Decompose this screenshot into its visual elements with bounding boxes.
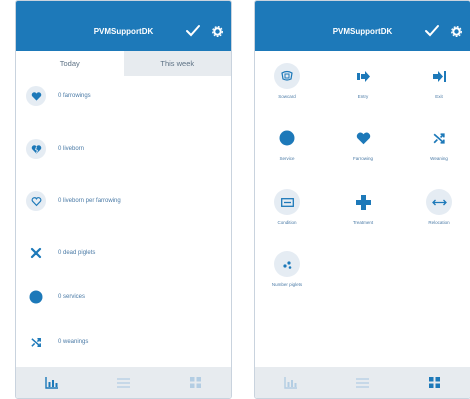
- list-icon: [116, 377, 130, 388]
- shuffle-icon: [26, 332, 46, 352]
- piglets-icon: [274, 251, 300, 277]
- list-item-dead-piglets[interactable]: 0 dead piglets: [26, 242, 95, 264]
- action-farrowing[interactable]: Farrowing: [336, 125, 390, 161]
- status-bar: [263, 4, 462, 12]
- plus-icon: [350, 189, 376, 215]
- broken-heart-icon: [26, 139, 46, 159]
- action-number-piglets[interactable]: Number piglets: [260, 251, 314, 287]
- status-bar: [24, 4, 223, 12]
- action-label: Number piglets: [271, 282, 303, 287]
- heart-outline-icon: [26, 191, 46, 211]
- entry-icon: [350, 63, 376, 89]
- list-item-label: 0 liveborn per farrowing: [58, 198, 121, 204]
- list-item-label: 0 services: [58, 294, 86, 300]
- condition-icon: [274, 189, 300, 215]
- action-service[interactable]: Service: [260, 125, 314, 161]
- service-icon: [274, 125, 300, 151]
- list-item-label: 0 weanings: [58, 339, 89, 345]
- action-label: Sowcard: [278, 94, 296, 99]
- bar-chart-icon: [45, 376, 58, 389]
- heart-icon: [26, 86, 46, 106]
- phone-actions: PVMSupportDK Sowcard Entry Exit Service …: [254, 0, 470, 399]
- action-label: Relocation: [428, 220, 450, 225]
- circle-icon: [26, 287, 46, 307]
- gear-icon[interactable]: [451, 26, 462, 37]
- app-header: PVMSupportDK: [255, 1, 470, 51]
- list-item-services[interactable]: 0 services: [26, 286, 85, 308]
- list-item-liveborn[interactable]: 0 liveborn: [26, 138, 84, 160]
- nav-grid-button[interactable]: [180, 372, 210, 394]
- list-item-farrowings[interactable]: 0 farrowings: [26, 85, 91, 107]
- nav-list-button[interactable]: [347, 372, 377, 394]
- action-label: Exit: [435, 94, 443, 99]
- list-item-label: 0 liveborn: [58, 146, 85, 152]
- period-tabs: Today This week: [16, 51, 231, 76]
- exit-icon: [426, 63, 452, 89]
- shuffle-icon: [426, 125, 452, 151]
- action-treatment[interactable]: Treatment: [336, 189, 390, 225]
- action-relocation[interactable]: Relocation: [412, 189, 466, 225]
- check-icon[interactable]: [185, 23, 201, 39]
- app-header: PVMSupportDK: [16, 1, 231, 51]
- action-weaning[interactable]: Weaning: [412, 125, 466, 161]
- list-item-liveborn-per-farrowing[interactable]: 0 liveborn per farrowing: [26, 190, 121, 212]
- bottom-nav: [16, 367, 231, 398]
- action-label: Weaning: [430, 156, 448, 161]
- action-label: Treatment: [352, 220, 374, 225]
- list-item-label: 0 farrowings: [58, 93, 91, 99]
- nav-stats-button[interactable]: [276, 372, 306, 394]
- sowcard-icon: [274, 63, 300, 89]
- check-icon[interactable]: [424, 23, 440, 39]
- x-icon: [26, 243, 46, 263]
- nav-list-button[interactable]: [108, 372, 138, 394]
- tab-today[interactable]: Today: [16, 51, 124, 76]
- action-label: Service: [279, 156, 295, 161]
- list-icon: [355, 377, 369, 388]
- action-label: Condition: [277, 220, 297, 225]
- tab-this-week[interactable]: This week: [123, 51, 231, 76]
- action-sowcard[interactable]: Sowcard: [260, 63, 314, 99]
- action-label: Farrowing: [352, 156, 373, 161]
- action-label: Entry: [357, 94, 369, 99]
- action-condition[interactable]: Condition: [260, 189, 314, 225]
- heart-icon: [350, 125, 376, 151]
- action-entry[interactable]: Entry: [336, 63, 390, 99]
- relocation-icon: [426, 189, 452, 215]
- list-item-label: 0 dead piglets: [58, 250, 96, 256]
- bottom-nav: [255, 367, 470, 398]
- nav-stats-button[interactable]: [37, 372, 67, 394]
- bar-chart-icon: [284, 376, 297, 389]
- grid-icon: [428, 377, 440, 388]
- nav-grid-button[interactable]: [419, 372, 449, 394]
- list-item-weanings[interactable]: 0 weanings: [26, 331, 88, 353]
- action-exit[interactable]: Exit: [412, 63, 466, 99]
- phone-dashboard: PVMSupportDK Today This week 0 farrowing…: [15, 0, 232, 399]
- grid-icon: [189, 377, 201, 388]
- gear-icon[interactable]: [212, 26, 223, 37]
